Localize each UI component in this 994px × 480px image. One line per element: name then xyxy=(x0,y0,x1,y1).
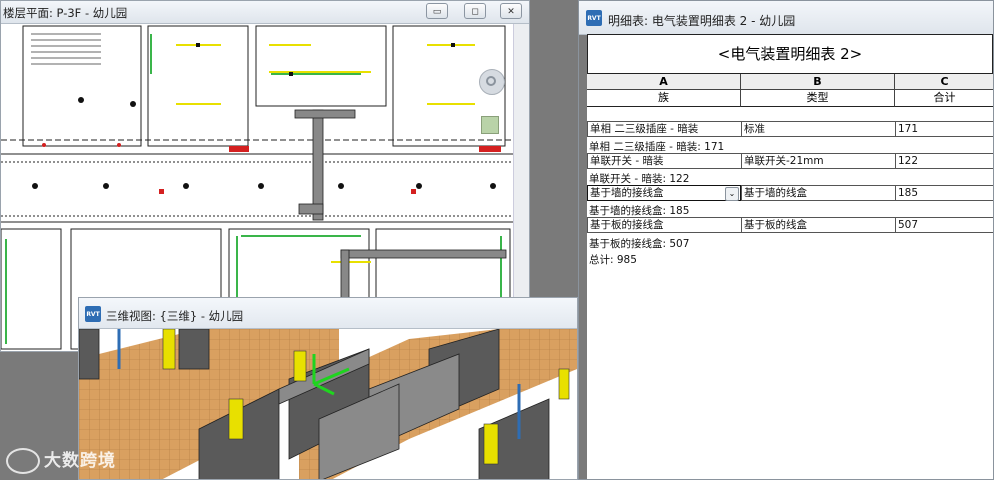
cell-type[interactable]: 单联开关-21mm xyxy=(741,153,895,169)
column-letter-b[interactable]: B xyxy=(741,74,895,90)
cell-count[interactable]: 171 xyxy=(895,121,993,137)
cell-family[interactable]: 基于板的接线盒 xyxy=(587,217,741,233)
cell-type[interactable]: 基于板的线盒 xyxy=(741,217,895,233)
3d-view-window[interactable]: RVT 三维视图: {三维} - 幼儿园 xyxy=(78,297,578,480)
group-total: 基于墙的接线盒: 185 xyxy=(589,205,690,217)
schedule-sheet[interactable]: <电气装置明细表 2> A B C 族 类型 合计 单相 二三级插座 - 暗装 … xyxy=(587,34,993,479)
table-row[interactable]: 基于墙的接线盒 ⌄ 基于墙的线盒 185 xyxy=(587,185,993,201)
cell-type[interactable]: 基于墙的线盒 xyxy=(741,185,895,201)
schedule-title: 明细表: 电气装置明细表 2 - 幼儿园 xyxy=(608,14,796,28)
group-total: 单联开关 - 暗装: 122 xyxy=(589,173,690,185)
watermark-text: 大数跨境 xyxy=(44,451,116,471)
3d-view-titlebar[interactable]: RVT 三维视图: {三维} - 幼儿园 xyxy=(79,298,577,329)
group-total: 基于板的接线盒: 507 xyxy=(589,238,690,250)
3d-view-title: 三维视图: {三维} - 幼儿园 xyxy=(106,309,244,323)
cell-family[interactable]: 单联开关 - 暗装 xyxy=(587,153,741,169)
column-letter-c[interactable]: C xyxy=(895,74,993,90)
chevron-down-icon[interactable]: ⌄ xyxy=(725,187,739,201)
cell-count[interactable]: 185 xyxy=(895,185,993,201)
table-row[interactable]: 单相 二三级插座 - 暗装 标准 171 xyxy=(587,121,993,137)
cell-type[interactable]: 标准 xyxy=(741,121,895,137)
close-button[interactable]: ✕ xyxy=(500,3,522,19)
schedule-window[interactable]: RVT 明细表: 电气装置明细表 2 - 幼儿园 <电气装置明细表 2> A B… xyxy=(578,0,994,480)
zoom-icon[interactable] xyxy=(481,116,499,134)
cell-family-combo[interactable]: 基于墙的接线盒 ⌄ xyxy=(587,185,741,201)
close-icon: ✕ xyxy=(507,7,515,17)
schedule-titlebar[interactable]: RVT 明细表: 电气装置明细表 2 - 幼儿园 xyxy=(579,1,993,35)
minimize-button[interactable]: ▭ xyxy=(426,3,448,19)
revit-file-icon: RVT xyxy=(586,10,602,26)
floor-plan-title: 楼层平面: P-3F - 幼儿园 xyxy=(3,6,128,20)
3d-model-render xyxy=(79,329,577,479)
watermark-logo-icon xyxy=(6,448,40,474)
revit-file-icon: RVT xyxy=(85,306,101,322)
cell-family[interactable]: 单相 二三级插座 - 暗装 xyxy=(587,121,741,137)
table-row[interactable]: 单联开关 - 暗装 单联开关-21mm 122 xyxy=(587,153,993,169)
group-total: 单相 二三级插座 - 暗装: 171 xyxy=(589,141,725,153)
grand-total: 总计: 985 xyxy=(589,254,637,266)
column-header-count[interactable]: 合计 xyxy=(895,90,993,107)
3d-view-canvas[interactable] xyxy=(79,329,577,479)
floor-plan-titlebar[interactable]: 楼层平面: P-3F - 幼儿园 ▭ ◻ ✕ xyxy=(1,1,529,24)
table-row[interactable]: 基于板的接线盒 基于板的线盒 507 xyxy=(587,217,993,233)
minimize-icon: ▭ xyxy=(432,7,442,17)
restore-icon: ◻ xyxy=(471,7,479,17)
cell-family-value: 基于墙的接线盒 xyxy=(590,187,664,199)
schedule-sheet-title: <电气装置明细表 2> xyxy=(587,34,993,74)
column-header-type[interactable]: 类型 xyxy=(741,90,895,107)
navigation-wheel-icon[interactable] xyxy=(479,69,505,95)
column-header-family[interactable]: 族 xyxy=(587,90,741,107)
restore-button[interactable]: ◻ xyxy=(464,3,486,19)
column-letter-a[interactable]: A xyxy=(587,74,741,90)
cell-count[interactable]: 507 xyxy=(895,217,993,233)
cell-count[interactable]: 122 xyxy=(895,153,993,169)
